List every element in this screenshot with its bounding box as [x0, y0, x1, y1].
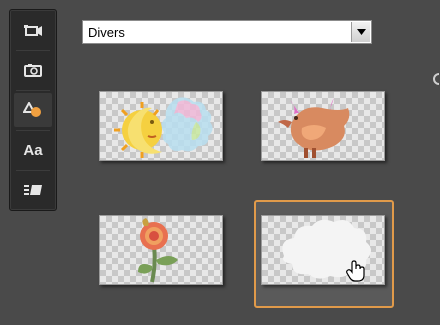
shapes-icon: [23, 102, 41, 117]
clipart-thumbnail-cloud[interactable]: [261, 215, 385, 285]
dropdown-value: Divers: [88, 25, 125, 40]
camera-icon: [24, 64, 42, 77]
transition-tab[interactable]: [14, 173, 52, 207]
photo-tab[interactable]: [14, 53, 52, 87]
media-panel: Aa Divers: [0, 0, 440, 325]
chevron-down-icon: [356, 29, 366, 35]
category-toolbar: Aa: [9, 9, 57, 211]
clipart-thumbnail-sun-moon[interactable]: [99, 91, 223, 161]
hand-cursor-icon: [346, 260, 365, 282]
flower-image: [138, 218, 178, 283]
shapes-tab[interactable]: [14, 93, 52, 127]
sun-moon-cloud-image: [114, 97, 213, 158]
toolbar-divider: [16, 170, 50, 171]
text-tab[interactable]: Aa: [14, 133, 52, 167]
text-icon: Aa: [23, 141, 43, 159]
transition-icon: [24, 185, 42, 195]
clipart-thumbnail-bird[interactable]: [261, 91, 385, 161]
category-dropdown[interactable]: Divers: [82, 20, 372, 44]
video-icon: [24, 25, 42, 36]
bird-image: [278, 98, 350, 158]
toolbar-divider: [16, 90, 50, 91]
clipart-thumbnail-flower[interactable]: [99, 215, 223, 285]
dropdown-button[interactable]: [351, 22, 370, 42]
video-tab[interactable]: [14, 14, 52, 48]
toolbar-divider: [16, 50, 50, 51]
toolbar-divider: [16, 130, 50, 131]
scroll-handle-icon[interactable]: [430, 72, 440, 86]
